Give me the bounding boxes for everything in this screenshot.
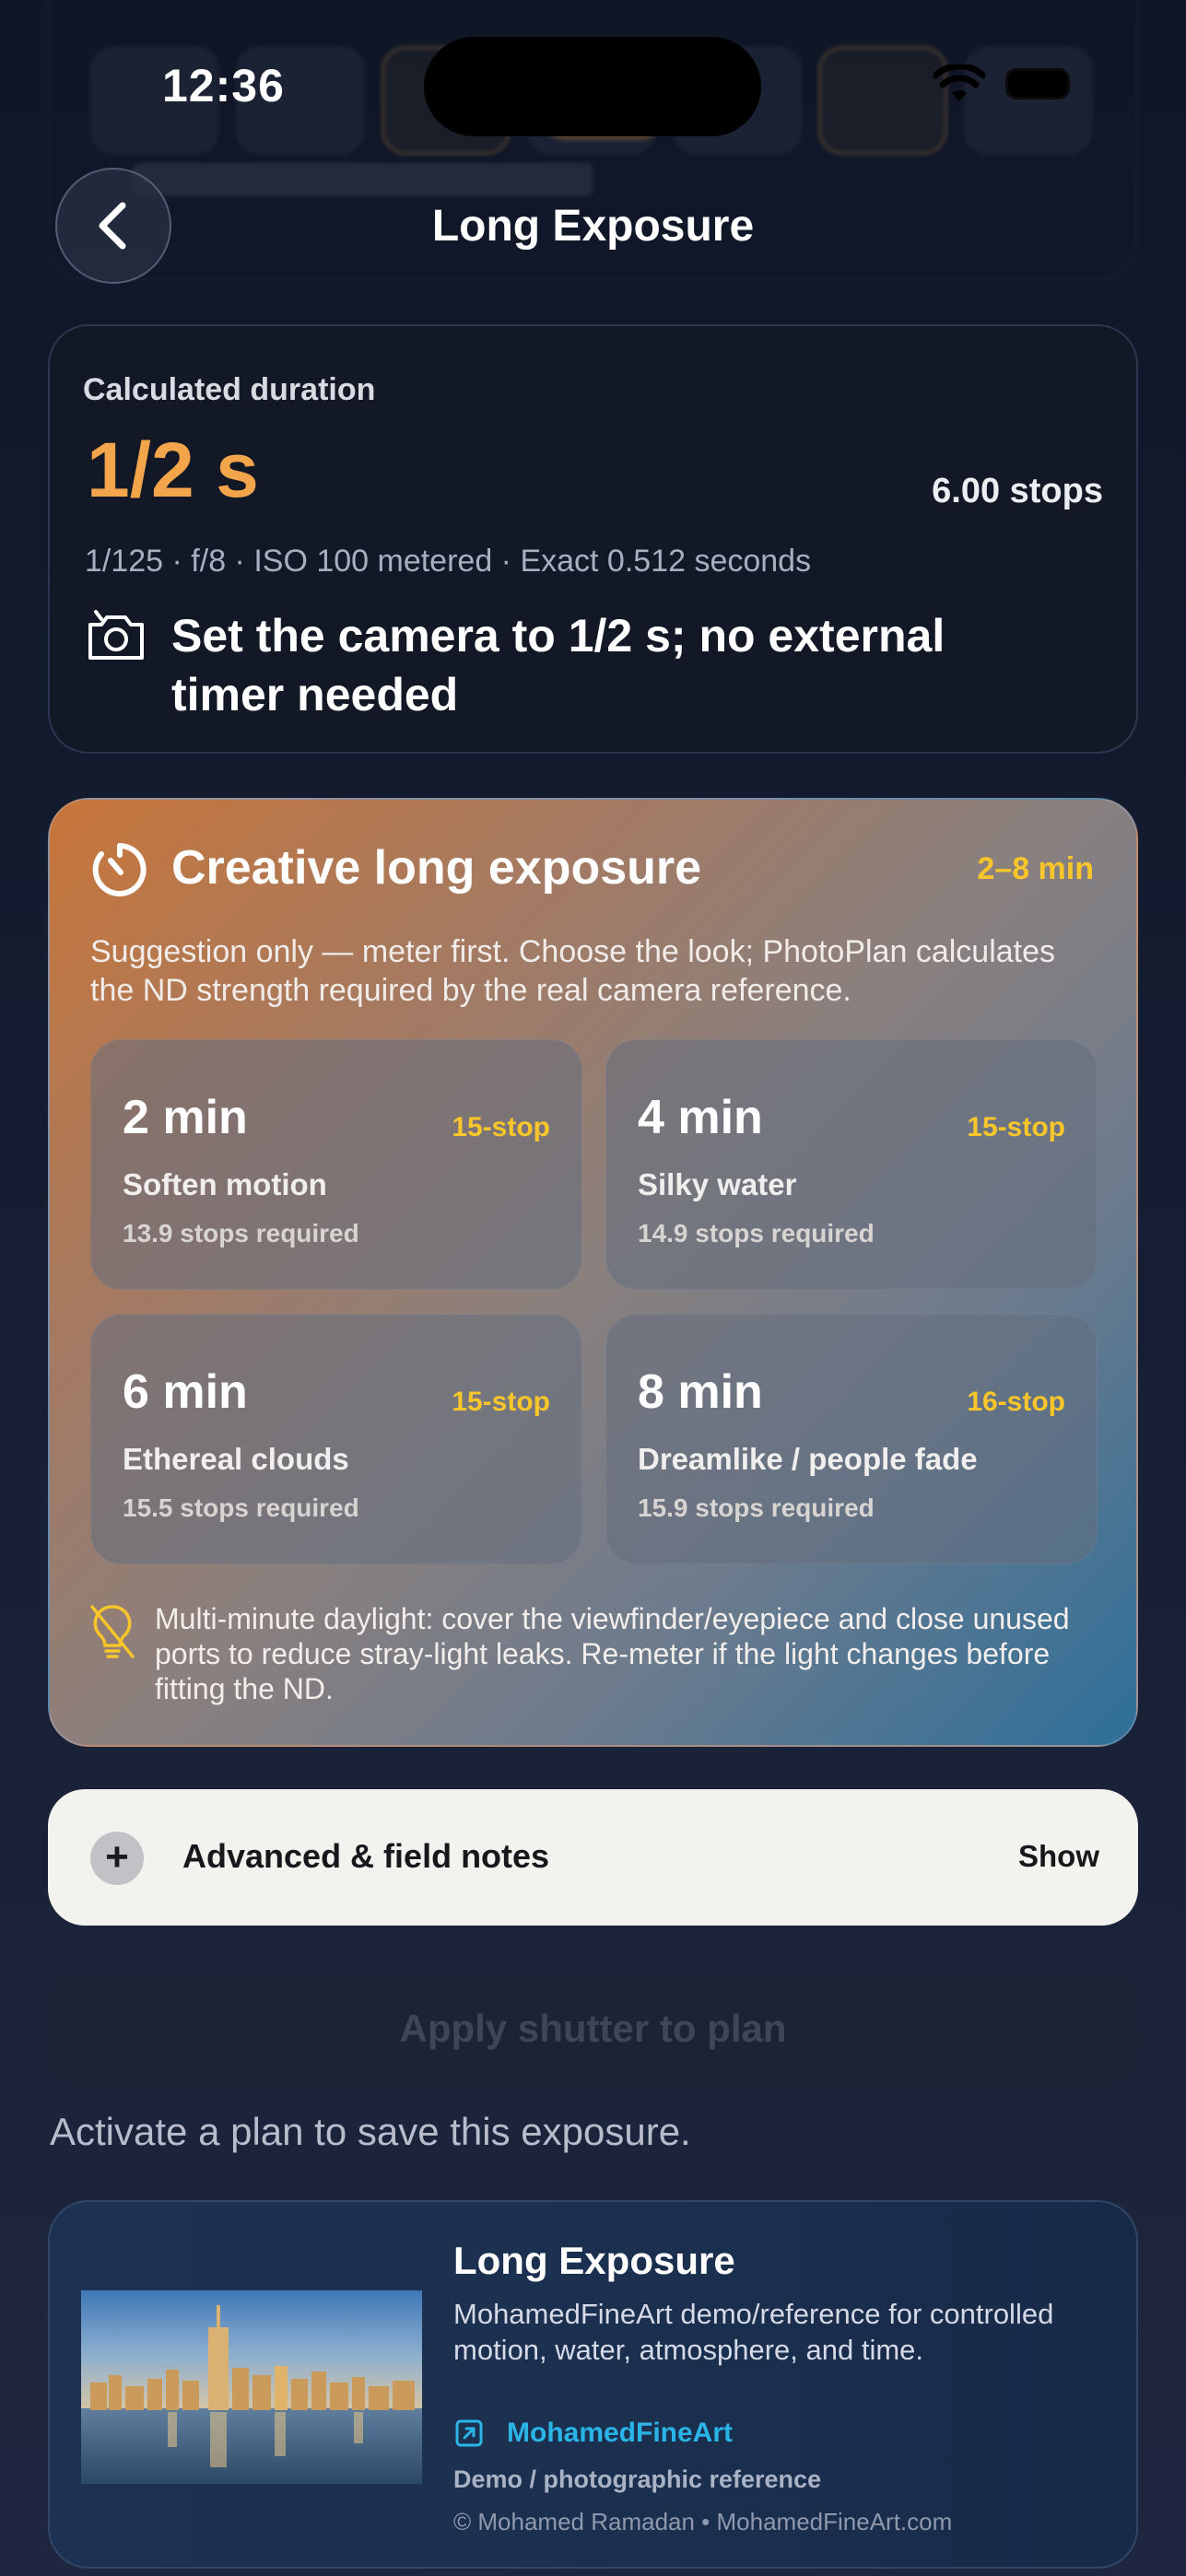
battery-icon [1005, 68, 1070, 100]
option-tile-2-min[interactable]: 2 min 15-stop Soften motion 13.9 stops r… [90, 1039, 582, 1290]
option-time: 4 min [638, 1091, 763, 1144]
option-time: 8 min [638, 1365, 763, 1419]
option-tile-8-min[interactable]: 8 min 16-stop Dreamlike / people fade 15… [605, 1314, 1098, 1564]
apply-hint: Activate a plan to save this exposure. [50, 2110, 691, 2153]
option-nd-badge: 16-stop [967, 1387, 1065, 1417]
reference-card[interactable]: Long Exposure MohamedFineArt demo/refere… [48, 2200, 1138, 2569]
option-stops: 15.5 stops required [123, 1493, 359, 1522]
apply-shutter-button[interactable]: Apply shutter to plan [48, 1970, 1138, 2088]
creative-suggestion: Suggestion only — meter first. Choose th… [90, 934, 1056, 1008]
timer-icon [92, 843, 147, 896]
option-description: Soften motion [123, 1167, 327, 1201]
advanced-field-notes-toggle[interactable]: + Advanced & field notes Show [48, 1789, 1138, 1926]
duration-value: 1/2 s [87, 427, 259, 513]
lightbulb-icon [90, 1605, 135, 1658]
option-description: Dreamlike / people fade [638, 1442, 978, 1476]
reference-title: Long Exposure [453, 2239, 735, 2282]
option-description: Ethereal clouds [123, 1442, 349, 1476]
reference-description: MohamedFineArt demo/reference for contro… [453, 2298, 1054, 2366]
duration-label: Calculated duration [83, 372, 376, 407]
option-nd-badge: 15-stop [452, 1387, 550, 1417]
wifi-icon [934, 64, 985, 101]
option-description: Silky water [638, 1167, 797, 1201]
calculated-duration-card: Calculated duration 1/2 s 6.00 stops 1/1… [48, 324, 1138, 754]
dynamic-island [424, 37, 761, 136]
camera-icon [88, 610, 144, 660]
status-icons [934, 64, 1070, 103]
duration-meta: 1/125 · f/8 · ISO 100 metered · Exact 0.… [85, 544, 812, 579]
creative-range: 2–8 min [977, 851, 1094, 886]
option-stops: 13.9 stops required [123, 1219, 359, 1247]
reference-copyright: © Mohamed Ramadan • MohamedFineArt.com [453, 2508, 953, 2535]
duration-stops: 6.00 stops [932, 472, 1103, 510]
reference-link[interactable]: MohamedFineArt [507, 2418, 733, 2449]
option-stops: 14.9 stops required [638, 1219, 875, 1247]
option-nd-badge: 15-stop [452, 1112, 550, 1142]
option-time: 6 min [123, 1365, 248, 1419]
reference-type: Demo / photographic reference [453, 2465, 822, 2493]
advanced-label: Advanced & field notes [182, 1837, 550, 1875]
option-nd-badge: 15-stop [967, 1112, 1065, 1142]
option-stops: 15.9 stops required [638, 1493, 875, 1522]
show-button[interactable]: Show [1018, 1839, 1099, 1874]
creative-long-exposure-card: Creative long exposure 2–8 min Suggestio… [48, 798, 1138, 1747]
external-link-icon[interactable] [455, 2419, 483, 2447]
status-time: 12:36 [162, 60, 285, 111]
duration-note: Set the camera to 1/2 s; no external tim… [171, 610, 945, 720]
option-time: 2 min [123, 1091, 248, 1144]
daylight-warning: Multi-minute daylight: cover the viewfin… [155, 1602, 1070, 1705]
page-title: Long Exposure [431, 202, 755, 251]
option-tile-4-min[interactable]: 4 min 15-stop Silky water 14.9 stops req… [605, 1039, 1098, 1290]
creative-title: Creative long exposure [171, 841, 702, 895]
option-tile-6-min[interactable]: 6 min 15-stop Ethereal clouds 15.5 stops… [90, 1314, 582, 1564]
plus-icon: + [90, 1832, 144, 1885]
reference-photo [81, 2290, 422, 2484]
